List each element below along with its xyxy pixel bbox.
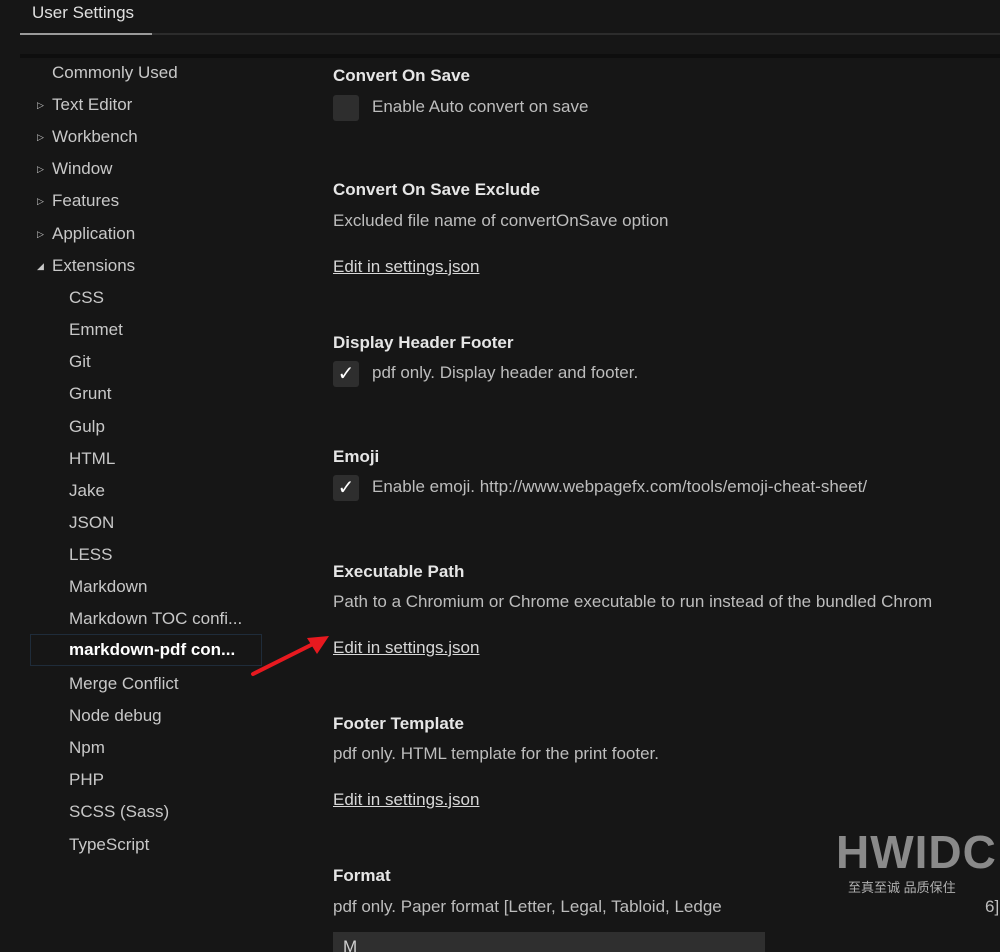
setting-desc-executable-path: Path to a Chromium or Chrome executable … — [333, 592, 933, 611]
active-tab-indicator — [20, 33, 152, 35]
sidebar-item-emmet[interactable]: Emmet — [69, 315, 123, 345]
setting-desc-footer-template: pdf only. HTML template for the print fo… — [333, 744, 659, 763]
edit-in-settings-json-link[interactable]: Edit in settings.json — [333, 790, 479, 810]
setting-title-footer-template: Footer Template — [333, 714, 464, 733]
sidebar-item-label: Workbench — [52, 127, 138, 146]
sidebar-item-label: Extensions — [52, 256, 136, 275]
sidebar-item-php[interactable]: PHP — [69, 765, 104, 795]
sidebar-item-grunt[interactable]: Grunt — [69, 379, 112, 409]
setting-title-format: Format — [333, 866, 391, 885]
sidebar-item-application[interactable]: ▷ Application — [37, 219, 136, 249]
setting-title-executable-path: Executable Path — [333, 562, 465, 581]
caret-right-icon: ▷ — [37, 132, 44, 142]
setting-desc-emoji: Enable emoji. http://www.webpagefx.com/t… — [372, 477, 868, 496]
sidebar-item-text-editor[interactable]: ▷ Text Editor — [37, 90, 133, 120]
checkmark-icon: ✓ — [337, 363, 355, 385]
tab-divider — [152, 33, 1000, 35]
setting-desc-convert-on-save: Enable Auto convert on save — [372, 97, 589, 116]
caret-right-icon: ▷ — [37, 164, 44, 174]
sidebar-item-merge-conflict[interactable]: Merge Conflict — [69, 669, 179, 699]
sidebar-item-extensions[interactable]: ◢ Extensions — [37, 251, 136, 281]
setting-desc-display-header-footer: pdf only. Display header and footer. — [372, 363, 639, 382]
arrow-shaft — [251, 640, 319, 676]
caret-down-icon: ◢ — [37, 261, 44, 271]
sidebar-item-window[interactable]: ▷ Window — [37, 154, 113, 184]
sidebar-item-jake[interactable]: Jake — [69, 476, 105, 506]
sidebar-item-markdown-pdf[interactable]: markdown-pdf con... — [30, 634, 262, 666]
watermark-tagline: 至真至诚 品质保住 — [848, 880, 956, 895]
checkmark-icon: ✓ — [337, 477, 355, 499]
setting-title-emoji: Emoji — [333, 447, 380, 466]
sidebar-item-workbench[interactable]: ▷ Workbench — [37, 122, 138, 152]
setting-desc-convert-on-save-exclude: Excluded file name of convertOnSave opti… — [333, 211, 669, 230]
sidebar-item-label: Application — [52, 224, 136, 243]
sidebar-item-label: Text Editor — [52, 95, 133, 114]
sidebar-item-label: Commonly Used — [52, 63, 178, 82]
sidebar-item-markdown[interactable]: Markdown — [69, 572, 147, 602]
annotation-arrow-icon — [251, 636, 329, 676]
convert-on-save-checkbox[interactable] — [333, 95, 359, 121]
sidebar-item-css[interactable]: CSS — [69, 283, 104, 313]
setting-title-convert-on-save-exclude: Convert On Save Exclude — [333, 180, 540, 199]
sidebar-item-markdown-toc[interactable]: Markdown TOC confi... — [69, 604, 242, 634]
setting-title-display-header-footer: Display Header Footer — [333, 333, 514, 352]
edit-in-settings-json-link[interactable]: Edit in settings.json — [333, 257, 479, 277]
sidebar-item-git[interactable]: Git — [69, 347, 91, 377]
watermark: HWIDC 至真至诚 品质保住 — [836, 826, 996, 898]
sidebar-item-scss[interactable]: SCSS (Sass) — [69, 797, 169, 827]
setting-desc-format: pdf only. Paper format [Letter, Legal, T… — [333, 897, 722, 916]
edit-in-settings-json-link[interactable]: Edit in settings.json — [333, 638, 479, 658]
display-header-footer-checkbox[interactable]: ✓ — [333, 361, 359, 387]
caret-right-icon: ▷ — [37, 100, 44, 110]
format-select[interactable]: M — [333, 932, 765, 952]
sidebar-item-commonly-used[interactable]: Commonly Used — [52, 58, 178, 88]
caret-right-icon: ▷ — [37, 229, 44, 239]
sidebar-item-features[interactable]: ▷ Features — [37, 186, 120, 216]
sidebar-item-less[interactable]: LESS — [69, 540, 112, 570]
setting-title-convert-on-save: Convert On Save — [333, 66, 470, 85]
watermark-logo: HWIDC — [836, 826, 997, 878]
sidebar-item-npm[interactable]: Npm — [69, 733, 105, 763]
sidebar-item-json[interactable]: JSON — [69, 508, 114, 538]
sidebar-item-html[interactable]: HTML — [69, 444, 115, 474]
sidebar-item-node-debug[interactable]: Node debug — [69, 701, 162, 731]
caret-right-icon: ▷ — [37, 196, 44, 206]
tab-user-settings[interactable]: User Settings — [20, 0, 152, 34]
sidebar-item-gulp[interactable]: Gulp — [69, 412, 105, 442]
sidebar-item-label: Features — [52, 191, 120, 210]
sidebar-item-label: Window — [52, 159, 113, 178]
emoji-checkbox[interactable]: ✓ — [333, 475, 359, 501]
sidebar-item-typescript[interactable]: TypeScript — [69, 830, 149, 860]
editor-tab-bar: User Settings — [0, 0, 1000, 35]
setting-desc-format-tail: 6] — [985, 897, 1000, 916]
